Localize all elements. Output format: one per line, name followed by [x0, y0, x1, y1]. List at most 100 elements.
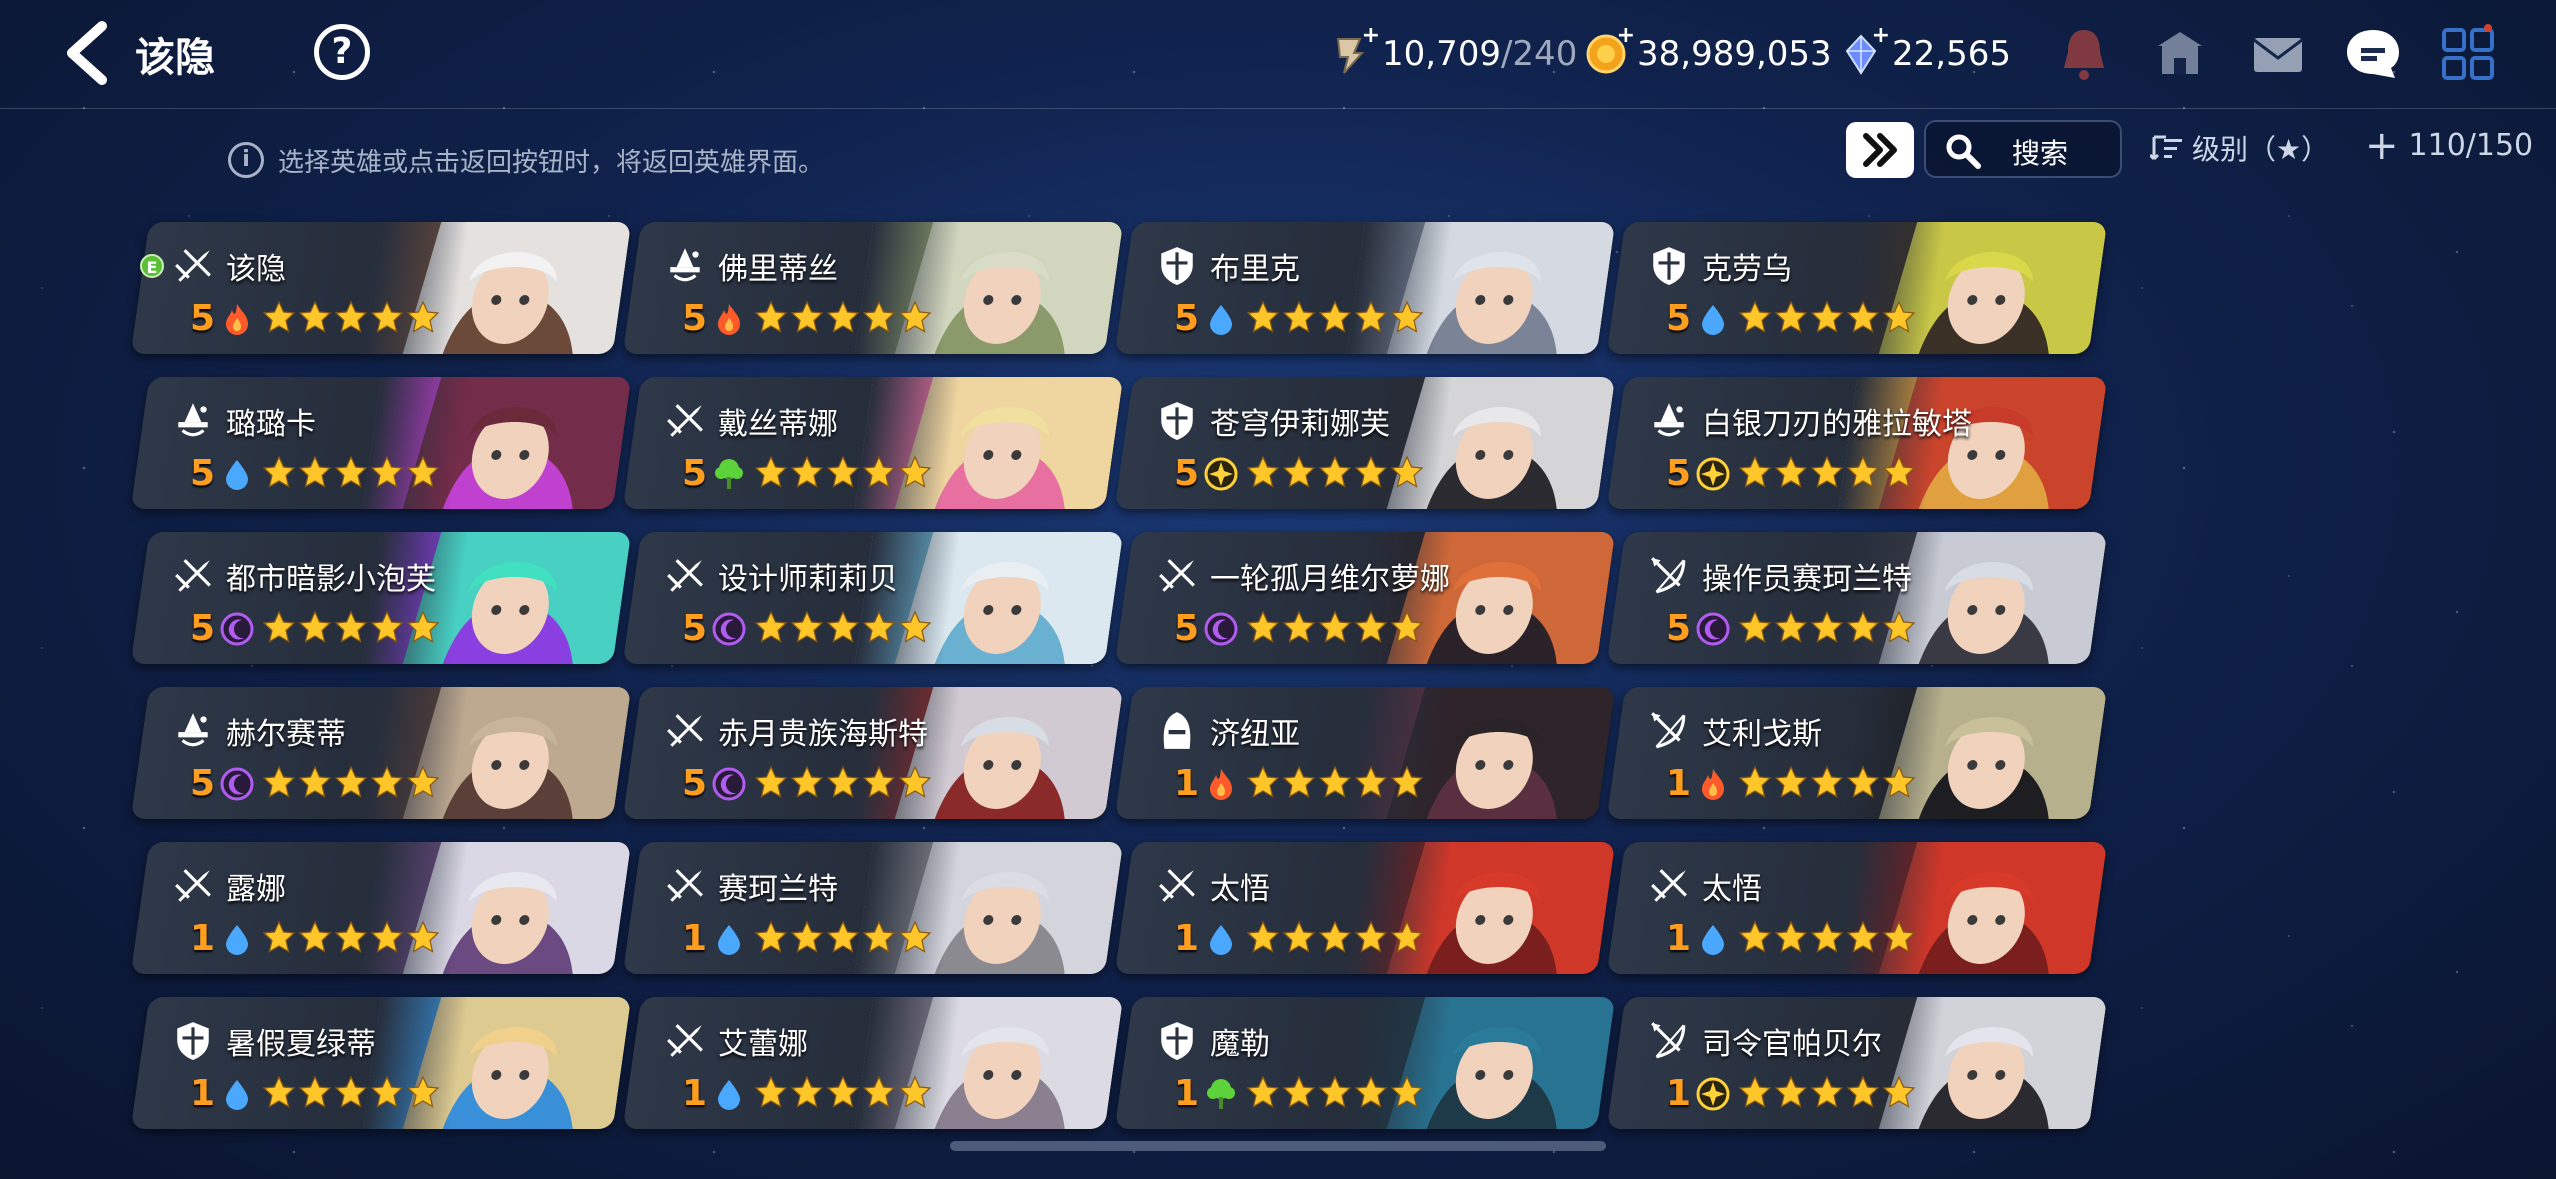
hero-level: 5 — [682, 298, 708, 339]
info-icon: i — [228, 142, 264, 178]
hero-card[interactable]: 戴丝蒂娜 5 — [622, 377, 1124, 509]
star-icon — [1246, 1075, 1280, 1108]
hero-level: 5 — [1666, 453, 1692, 494]
star-icon — [370, 765, 404, 798]
star-rating — [1738, 920, 1918, 954]
star-icon — [1390, 300, 1424, 333]
hero-card[interactable]: 赫尔赛蒂 5 — [130, 687, 632, 819]
star-icon — [862, 610, 896, 643]
hero-card[interactable]: 魔勒 1 — [1114, 997, 1616, 1129]
hero-card[interactable]: 一轮孤月维尔萝娜 5 — [1114, 532, 1616, 664]
star-icon — [1282, 300, 1316, 333]
crystal-counter[interactable]: + 22,565 — [1840, 23, 2011, 80]
hero-name: 赤月贵族海斯特 — [718, 717, 928, 752]
star-rating — [1738, 455, 1918, 489]
bell-icon[interactable] — [2054, 24, 2114, 84]
hero-name: 济纽亚 — [1210, 717, 1300, 752]
hero-card[interactable]: 璐璐卡 5 — [130, 377, 632, 509]
stamina-value: 10,709 — [1382, 34, 1501, 74]
hero-card[interactable]: 艾利戈斯 1 — [1606, 687, 2108, 819]
sort-dropdown[interactable]: 级别（★） — [2150, 128, 2329, 168]
star-rating — [262, 920, 442, 954]
hero-card[interactable]: 苍穹伊莉娜芙 5 — [1114, 377, 1616, 509]
guild-icon[interactable] — [2150, 24, 2210, 84]
hero-card[interactable]: 都市暗影小泡芙 5 — [130, 532, 632, 664]
chat-icon[interactable] — [2343, 24, 2403, 84]
knight-class-icon — [1161, 1022, 1193, 1060]
fire-element-icon — [1210, 769, 1232, 800]
hero-name: 白银刀刃的雅拉敏塔 — [1702, 407, 1972, 442]
gold-value: 38,989,053 — [1637, 34, 1832, 74]
stamina-icon: + — [1330, 23, 1380, 75]
star-icon — [790, 1075, 824, 1108]
star-icon — [862, 765, 896, 798]
star-icon — [334, 300, 368, 333]
hero-portrait — [362, 222, 632, 354]
hero-card[interactable]: 太悟 1 — [1114, 842, 1616, 974]
star-icon — [790, 765, 824, 798]
star-icon — [1774, 1075, 1808, 1108]
hero-card[interactable]: 设计师莉莉贝 5 — [622, 532, 1124, 664]
star-icon — [334, 1075, 368, 1108]
hero-level: 1 — [1666, 918, 1692, 959]
dark-element-icon — [1204, 612, 1238, 646]
star-icon — [1774, 455, 1808, 488]
hero-level: 5 — [682, 763, 708, 804]
star-rating — [1246, 455, 1426, 489]
star-icon — [1846, 920, 1880, 953]
hero-portrait — [1346, 222, 1616, 354]
gold-counter[interactable]: + 38,989,053 — [1585, 23, 1832, 80]
star-icon — [1354, 1075, 1388, 1108]
hero-portrait — [1346, 377, 1616, 509]
hero-card[interactable]: 布里克 5 — [1114, 222, 1616, 354]
hero-card[interactable]: 赤月贵族海斯特 5 — [622, 687, 1124, 819]
star-rating — [754, 1075, 934, 1109]
hero-card[interactable]: 司令官帕贝尔 1 — [1606, 997, 2108, 1129]
back-arrow-icon[interactable] — [58, 20, 118, 86]
hero-name: 布里克 — [1210, 252, 1300, 287]
mail-icon[interactable] — [2248, 24, 2308, 84]
star-icon — [826, 300, 860, 333]
star-icon — [1354, 455, 1388, 488]
hero-level: 1 — [1174, 1073, 1200, 1114]
star-icon — [406, 455, 440, 488]
search-icon — [1946, 134, 1981, 169]
fast-forward-button[interactable] — [1846, 122, 1914, 178]
hero-card[interactable]: 艾蕾娜 1 — [622, 997, 1124, 1129]
star-rating — [754, 300, 934, 334]
search-box[interactable]: 搜索 — [1924, 120, 2122, 178]
hero-card[interactable]: 济纽亚 1 — [1114, 687, 1616, 819]
star-rating — [1246, 765, 1426, 799]
scrollbar[interactable] — [950, 1141, 1606, 1151]
hero-card[interactable]: 赛珂兰特 1 — [622, 842, 1124, 974]
warrior-class-icon — [175, 869, 211, 902]
hero-card[interactable]: 克劳乌 5 — [1606, 222, 2108, 354]
hero-card[interactable]: 露娜 1 — [130, 842, 632, 974]
hero-capacity[interactable]: + 110/150 — [2365, 126, 2533, 166]
star-icon — [1318, 610, 1352, 643]
hero-card[interactable]: 白银刀刃的雅拉敏塔 5 — [1606, 377, 2108, 509]
menu-grid-icon[interactable] — [2438, 24, 2498, 84]
star-icon — [1390, 920, 1424, 953]
star-rating — [754, 610, 934, 644]
stamina-counter[interactable]: + 10,709 /240 — [1330, 23, 1577, 80]
hero-card[interactable]: 暑假夏绿蒂 1 — [130, 997, 632, 1129]
warrior-class-icon — [667, 404, 703, 437]
star-icon — [1810, 610, 1844, 643]
warrior-class-icon — [667, 869, 703, 902]
star-icon — [862, 455, 896, 488]
hero-card[interactable]: 操作员赛珂兰特 5 — [1606, 532, 2108, 664]
gold-coin-icon: + — [1585, 23, 1635, 75]
hero-portrait — [1838, 842, 2108, 974]
star-icon — [1846, 455, 1880, 488]
hero-name: 艾利戈斯 — [1702, 717, 1822, 752]
star-rating — [1738, 765, 1918, 799]
earth-element-icon — [715, 459, 743, 489]
hero-card[interactable]: 佛里蒂丝 5 — [622, 222, 1124, 354]
star-icon — [1738, 455, 1772, 488]
hero-card[interactable]: E 该隐 5 — [130, 222, 632, 354]
hero-portrait — [1346, 842, 1616, 974]
help-icon[interactable]: ? — [314, 24, 370, 80]
hero-card[interactable]: 太悟 1 — [1606, 842, 2108, 974]
knight-class-icon — [1161, 247, 1193, 285]
